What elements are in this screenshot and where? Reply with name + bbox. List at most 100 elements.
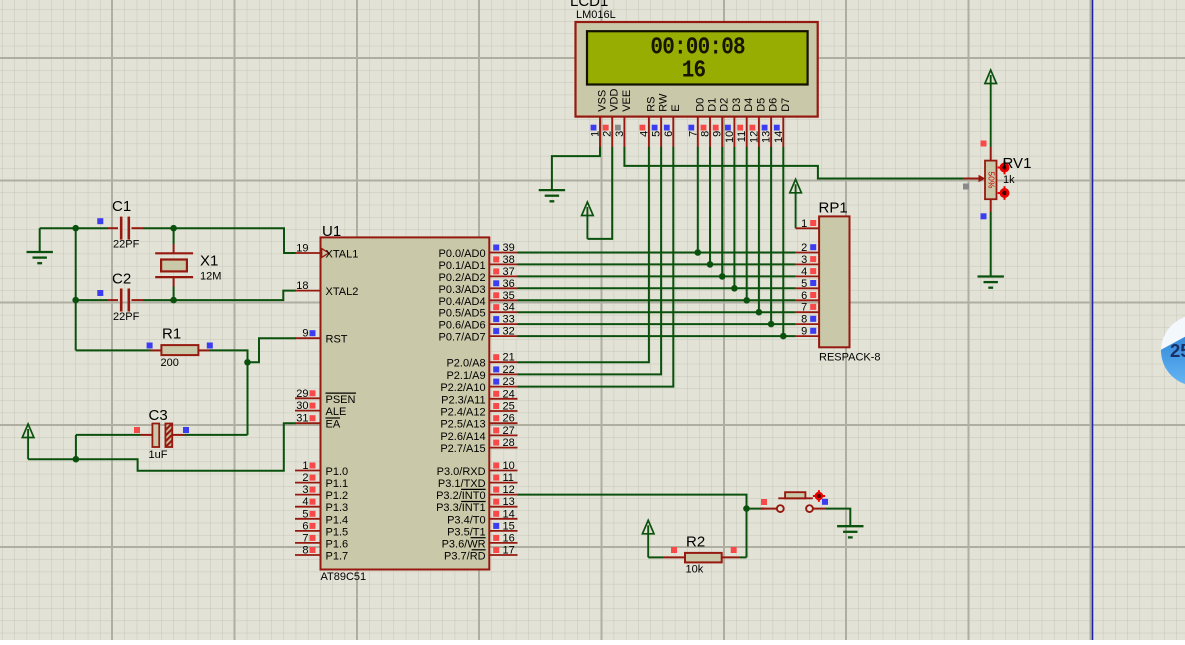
- svg-text:EA: EA: [326, 419, 341, 431]
- svg-text:22PF: 22PF: [113, 311, 140, 323]
- svg-text:D0: D0: [694, 98, 706, 112]
- svg-text:P3.7/RD: P3.7/RD: [444, 551, 486, 563]
- svg-text:P2.6/A14: P2.6/A14: [440, 431, 485, 443]
- svg-text:10: 10: [724, 131, 736, 143]
- svg-text:6: 6: [663, 131, 675, 137]
- svg-text:6: 6: [801, 290, 807, 302]
- svg-text:RP1: RP1: [819, 200, 848, 217]
- svg-text:31: 31: [296, 413, 308, 425]
- svg-text:P0.2/AD2: P0.2/AD2: [439, 272, 486, 284]
- svg-text:P1.6: P1.6: [326, 538, 349, 550]
- svg-text:P1.0: P1.0: [326, 466, 349, 478]
- svg-text:D7: D7: [780, 98, 792, 112]
- svg-text:10: 10: [503, 460, 515, 472]
- svg-text:11: 11: [503, 472, 514, 484]
- svg-text:8: 8: [700, 131, 712, 137]
- svg-text:7: 7: [687, 131, 699, 137]
- svg-text:VSS: VSS: [597, 90, 609, 112]
- svg-text:5: 5: [302, 508, 308, 520]
- svg-text:D4: D4: [743, 98, 755, 112]
- svg-text:2: 2: [602, 131, 614, 137]
- svg-text:VEE: VEE: [621, 90, 633, 112]
- svg-text:16: 16: [682, 56, 706, 84]
- svg-text:16: 16: [503, 532, 515, 544]
- svg-text:C1: C1: [112, 198, 131, 215]
- svg-text:P0.7/AD7: P0.7/AD7: [439, 332, 486, 344]
- svg-text:XTAL2: XTAL2: [326, 286, 359, 298]
- svg-text:P3.1/TXD: P3.1/TXD: [438, 478, 486, 490]
- svg-text:14: 14: [773, 131, 785, 143]
- svg-text:13: 13: [761, 131, 773, 143]
- svg-text:14: 14: [503, 508, 515, 520]
- svg-text:P1.4: P1.4: [326, 514, 349, 526]
- svg-text:50%: 50%: [986, 171, 996, 188]
- svg-text:P1.2: P1.2: [326, 490, 349, 502]
- svg-text:5: 5: [651, 131, 663, 137]
- svg-text:29: 29: [296, 388, 308, 400]
- svg-text:C3: C3: [149, 407, 168, 424]
- svg-text:U1: U1: [322, 223, 341, 240]
- svg-text:LM016L: LM016L: [576, 9, 616, 21]
- svg-text:24: 24: [503, 388, 515, 400]
- svg-text:RW: RW: [658, 93, 670, 112]
- svg-text:RV1: RV1: [1003, 155, 1032, 172]
- svg-text:200: 200: [161, 357, 179, 369]
- svg-text:10k: 10k: [686, 564, 704, 576]
- svg-text:P1.3: P1.3: [326, 502, 349, 514]
- svg-text:D5: D5: [755, 98, 767, 112]
- svg-text:P0.4/AD4: P0.4/AD4: [439, 296, 486, 308]
- svg-text:P3.2/INT0: P3.2/INT0: [436, 490, 486, 502]
- svg-text:19: 19: [296, 243, 308, 255]
- svg-text:R2: R2: [686, 534, 705, 551]
- svg-text:RESPACK-8: RESPACK-8: [819, 352, 881, 364]
- svg-text:P2.5/A13: P2.5/A13: [440, 419, 485, 431]
- svg-text:23: 23: [503, 376, 515, 388]
- svg-text:1: 1: [801, 218, 807, 230]
- svg-text:P0.6/AD6: P0.6/AD6: [439, 320, 486, 332]
- svg-text:7: 7: [801, 302, 807, 314]
- svg-text:P0.0/AD0: P0.0/AD0: [439, 248, 486, 260]
- svg-text:25: 25: [1170, 340, 1185, 361]
- svg-text:11: 11: [736, 131, 748, 142]
- svg-text:17: 17: [503, 545, 515, 557]
- svg-text:9: 9: [302, 328, 308, 340]
- svg-text:D2: D2: [719, 98, 731, 112]
- svg-text:1: 1: [590, 131, 602, 137]
- svg-text:P1.7: P1.7: [326, 551, 349, 563]
- svg-text:9: 9: [801, 326, 807, 338]
- svg-text:P0.5/AD5: P0.5/AD5: [439, 308, 486, 320]
- svg-text:2: 2: [302, 472, 308, 484]
- svg-text:R1: R1: [162, 326, 181, 343]
- svg-text:P3.4/T0: P3.4/T0: [447, 514, 486, 526]
- svg-text:27: 27: [503, 425, 515, 437]
- svg-text:D1: D1: [707, 98, 719, 112]
- svg-text:4: 4: [638, 131, 650, 137]
- svg-text:4: 4: [801, 266, 807, 278]
- svg-text:12: 12: [748, 131, 760, 143]
- svg-text:3: 3: [614, 131, 626, 137]
- svg-text:RS: RS: [645, 97, 657, 112]
- svg-text:P2.2/A10: P2.2/A10: [440, 382, 485, 394]
- svg-text:22: 22: [503, 364, 515, 376]
- svg-text:XTAL1: XTAL1: [326, 249, 359, 261]
- svg-text:39: 39: [503, 242, 515, 254]
- svg-text:34: 34: [503, 302, 515, 314]
- svg-text:36: 36: [503, 278, 515, 290]
- svg-text:1: 1: [302, 460, 308, 472]
- svg-text:8: 8: [801, 314, 807, 326]
- svg-text:P3.5/T1: P3.5/T1: [447, 526, 486, 538]
- svg-text:5: 5: [801, 278, 807, 290]
- svg-text:P1.5: P1.5: [326, 526, 349, 538]
- svg-text:37: 37: [503, 266, 515, 278]
- svg-text:15: 15: [503, 520, 515, 532]
- svg-text:21: 21: [503, 352, 515, 364]
- svg-text:P2.0/A8: P2.0/A8: [446, 358, 485, 370]
- svg-text:28: 28: [503, 437, 515, 449]
- svg-text:P0.3/AD3: P0.3/AD3: [439, 284, 486, 296]
- svg-text:26: 26: [503, 413, 515, 425]
- svg-text:4: 4: [302, 496, 308, 508]
- svg-text:P0.1/AD1: P0.1/AD1: [439, 260, 486, 272]
- svg-text:1k: 1k: [1003, 174, 1015, 186]
- svg-text:C2: C2: [112, 271, 131, 288]
- svg-text:3: 3: [302, 484, 308, 496]
